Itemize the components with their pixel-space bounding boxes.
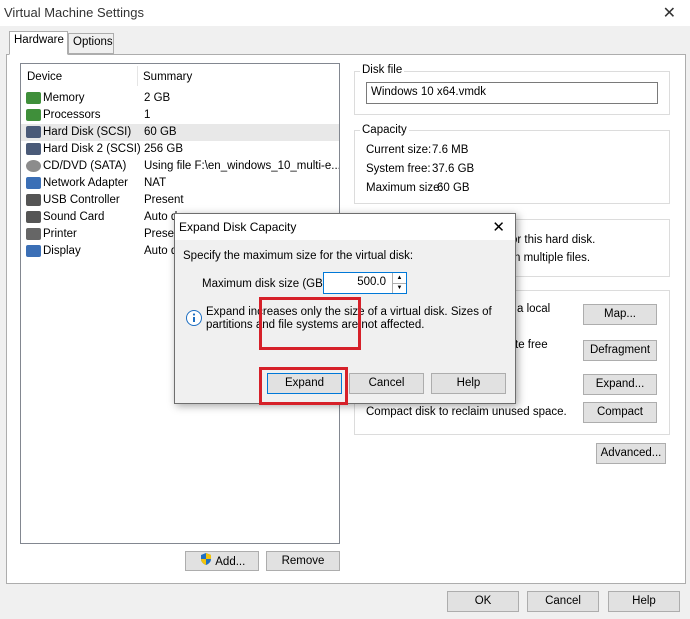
ok-button[interactable]: OK — [447, 591, 519, 612]
column-divider — [137, 66, 138, 86]
add-button[interactable]: Add... — [185, 551, 259, 571]
device-summary: Using file F:\en_windows_10_multi-e... — [144, 160, 339, 172]
device-summary: 256 GB — [144, 143, 183, 155]
usb-controller-icon — [26, 194, 41, 206]
tab-label: Options — [73, 36, 113, 48]
max-size-label: Maximum disk size (GB): — [202, 278, 330, 290]
compact-button[interactable]: Compact — [583, 402, 657, 423]
device-row[interactable]: Network Adapter NAT — [21, 175, 339, 192]
device-summary: Present — [144, 194, 184, 206]
device-name: Hard Disk (SCSI) — [43, 126, 132, 138]
device-name: CD/DVD (SATA) — [43, 160, 127, 172]
tab-options[interactable]: Options — [68, 33, 114, 54]
dialog-title: Expand Disk Capacity — [179, 220, 297, 234]
disk-info-text: or this hard disk. — [511, 234, 596, 246]
current-size-label: Current size: — [366, 144, 432, 156]
close-icon[interactable]: ✕ — [663, 3, 676, 23]
device-summary: 2 GB — [144, 92, 171, 104]
device-list-header: Device Summary — [21, 64, 339, 88]
spin-down-icon[interactable]: ▼ — [392, 283, 406, 293]
device-row[interactable]: CD/DVD (SATA) Using file F:\en_windows_10… — [21, 158, 339, 175]
dialog-titlebar: Expand Disk Capacity ✕ — [175, 214, 515, 240]
capacity-label: Capacity — [360, 124, 409, 136]
dialog-cancel-button[interactable]: Cancel — [349, 373, 424, 394]
device-summary: NAT — [144, 177, 167, 189]
advanced-button[interactable]: Advanced... — [596, 443, 666, 464]
maximum-size-value: 60 GB — [437, 182, 470, 194]
processor-icon — [26, 109, 41, 121]
highlight-box-expand — [259, 367, 348, 405]
spin-up-icon[interactable]: ▲ — [392, 273, 406, 283]
expand-button[interactable]: Expand... — [583, 374, 657, 395]
network-adapter-icon — [26, 177, 41, 189]
device-name: Network Adapter — [43, 177, 129, 189]
highlight-box-info — [259, 297, 361, 350]
cd-dvd-icon — [26, 160, 41, 172]
dialog-help-button[interactable]: Help — [431, 373, 506, 394]
device-name: Printer — [43, 228, 77, 240]
device-row[interactable]: USB Controller Present — [21, 192, 339, 209]
current-size-value: 7.6 MB — [432, 144, 469, 156]
display-icon — [26, 245, 41, 257]
maximum-size-label: Maximum size: — [366, 182, 443, 194]
device-row[interactable]: Memory 2 GB — [21, 90, 339, 107]
device-name: Hard Disk 2 (SCSI) — [43, 143, 141, 155]
hard-disk-icon — [26, 143, 41, 155]
disk-file-field[interactable]: Windows 10 x64.vmdk — [366, 82, 658, 104]
defragment-description: te free — [515, 339, 548, 351]
shield-icon — [199, 552, 213, 572]
tab-label: Hardware — [14, 34, 64, 46]
window-title: Virtual Machine Settings — [4, 5, 144, 20]
device-row[interactable]: Hard Disk (SCSI) 60 GB — [21, 124, 339, 141]
disk-info-text-2: n multiple files. — [514, 252, 591, 264]
info-icon — [186, 310, 202, 326]
help-button[interactable]: Help — [608, 591, 680, 612]
hard-disk-icon — [26, 126, 41, 138]
memory-icon — [26, 92, 41, 104]
compact-description: Compact disk to reclaim unused space. — [366, 406, 567, 418]
disk-file-label: Disk file — [360, 64, 405, 76]
sound-card-icon — [26, 211, 41, 223]
system-free-value: 37.6 GB — [432, 163, 475, 175]
dialog-close-icon[interactable]: ✕ — [492, 218, 505, 236]
device-name: Processors — [43, 109, 101, 121]
max-size-stepper[interactable]: 500.0 ▲ ▼ — [323, 272, 407, 294]
tab-hardware[interactable]: Hardware — [9, 31, 68, 55]
max-size-input[interactable]: 500.0 — [357, 276, 386, 288]
device-summary: 1 — [144, 109, 151, 121]
printer-icon — [26, 228, 41, 240]
device-row[interactable]: Processors 1 — [21, 107, 339, 124]
device-row[interactable]: Hard Disk 2 (SCSI) 256 GB — [21, 141, 339, 158]
defragment-button[interactable]: Defragment — [583, 340, 657, 361]
device-name: USB Controller — [43, 194, 120, 206]
add-button-label: Add... — [215, 556, 246, 569]
device-name: Memory — [43, 92, 85, 104]
summary-column-header[interactable]: Summary — [143, 71, 192, 83]
device-name: Display — [43, 245, 81, 257]
map-description: a local — [517, 303, 551, 315]
map-button[interactable]: Map... — [583, 304, 657, 325]
dialog-prompt: Specify the maximum size for the virtual… — [183, 250, 414, 262]
cancel-button[interactable]: Cancel — [527, 591, 599, 612]
remove-button[interactable]: Remove — [266, 551, 340, 571]
device-summary: 60 GB — [144, 126, 177, 138]
system-free-label: System free: — [366, 163, 431, 175]
window-titlebar: Virtual Machine Settings ✕ — [0, 0, 690, 26]
device-column-header[interactable]: Device — [27, 71, 62, 83]
device-name: Sound Card — [43, 211, 105, 223]
